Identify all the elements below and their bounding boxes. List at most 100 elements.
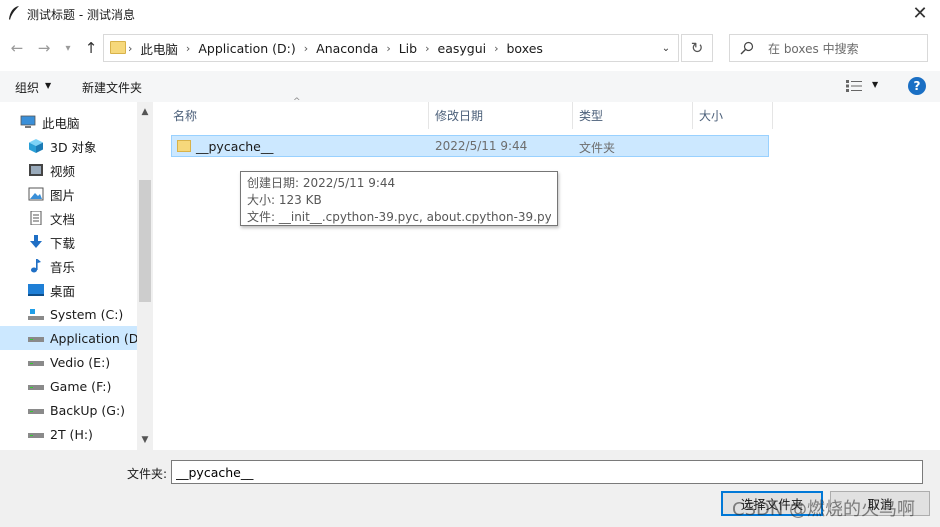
caret-down-icon[interactable]: ▼ xyxy=(872,80,878,89)
nav-item-2t-h[interactable]: 2T (H:) xyxy=(0,422,153,446)
arrow-up-icon: ↑ xyxy=(84,39,98,57)
command-bar: 组织 ▼ 新建文件夹 ▼ ? xyxy=(0,71,940,102)
column-header-size[interactable]: 大小 xyxy=(693,102,773,129)
nav-item-label: Game (F:) xyxy=(50,378,112,394)
column-label: 修改日期 xyxy=(435,109,484,123)
breadcrumb-separator[interactable]: › xyxy=(423,42,431,55)
nav-item-label: 音乐 xyxy=(50,259,76,275)
address-bar[interactable]: › 此电脑 › Application (D:) › Anaconda › Li… xyxy=(103,34,679,62)
window-title: 测试标题 - 测试消息 xyxy=(27,8,135,22)
scrollbar-thumb[interactable] xyxy=(139,180,151,302)
file-list: 名称 ^ 修改日期 类型 大小 __pycache__ 2022/5/11 9:… xyxy=(155,97,940,450)
breadcrumb-item[interactable]: 此电脑 xyxy=(134,39,184,58)
video-icon xyxy=(28,163,44,177)
drive-icon xyxy=(28,403,44,417)
feather-icon xyxy=(9,6,19,20)
drive-icon xyxy=(28,355,44,369)
nav-item-label: Vedio (E:) xyxy=(50,354,111,370)
breadcrumb-item[interactable]: Lib xyxy=(393,41,423,56)
back-button[interactable]: ← xyxy=(6,38,28,58)
column-header-type[interactable]: 类型 xyxy=(573,102,693,129)
nav-item-desktop[interactable]: 桌面 xyxy=(0,278,153,302)
breadcrumb-item[interactable]: Application (D:) xyxy=(192,41,301,56)
drive-icon xyxy=(28,427,44,441)
close-icon: ✕ xyxy=(912,3,928,24)
nav-item-label: 3D 对象 xyxy=(50,139,97,155)
scroll-up-icon[interactable]: ▲ xyxy=(137,104,153,120)
breadcrumb-separator[interactable]: › xyxy=(302,42,310,55)
folder-icon xyxy=(110,41,126,54)
nav-item-label: BackUp (G:) xyxy=(50,402,126,418)
scroll-down-icon[interactable]: ▼ xyxy=(137,432,153,448)
breadcrumb-item[interactable]: easygui xyxy=(432,41,493,56)
column-header-date[interactable]: 修改日期 xyxy=(429,102,573,129)
nav-item-pictures[interactable]: 图片 xyxy=(0,182,153,206)
breadcrumb-item[interactable]: boxes xyxy=(501,41,549,56)
help-icon[interactable]: ? xyxy=(908,77,926,95)
nav-item-system-c[interactable]: System (C:) xyxy=(0,302,153,326)
nav-item-3d-objects[interactable]: 3D 对象 xyxy=(0,134,153,158)
nav-item-documents[interactable]: 文档 xyxy=(0,206,153,230)
nav-item-label: System (C:) xyxy=(50,306,124,322)
drive-icon xyxy=(28,307,44,321)
new-folder-button[interactable]: 新建文件夹 xyxy=(82,79,142,96)
search-input[interactable] xyxy=(766,38,926,60)
chevron-down-icon: ⌄ xyxy=(661,42,671,54)
drive-icon xyxy=(28,331,44,345)
nav-item-label: 2T (H:) xyxy=(50,426,93,442)
nav-scrollbar[interactable]: ▲ ▼ xyxy=(137,102,153,450)
nav-item-this-pc[interactable]: 此电脑 xyxy=(0,110,153,134)
breadcrumb-separator[interactable]: › xyxy=(384,42,392,55)
address-dropdown-button[interactable]: ⌄ xyxy=(656,35,676,61)
navigation-pane: 此电脑 3D 对象 视频 图片 文档 下载 音乐 桌面 System (C:) … xyxy=(0,102,153,450)
title-bar: 测试标题 - 测试消息 ✕ xyxy=(0,0,940,27)
drive-icon xyxy=(28,379,44,393)
nav-item-label: 下载 xyxy=(50,235,76,251)
nav-item-label: 文档 xyxy=(50,211,76,227)
organize-button[interactable]: 组织 xyxy=(15,79,39,96)
nav-item-label: 桌面 xyxy=(50,283,76,299)
sort-ascending-icon: ^ xyxy=(293,97,301,107)
nav-item-videos[interactable]: 视频 xyxy=(0,158,153,182)
column-label: 大小 xyxy=(699,109,724,123)
column-label: 名称 xyxy=(173,109,198,123)
bottom-panel: 文件夹: 选择文件夹 取消 CSDN @燃烧的火鸟啊 xyxy=(0,450,940,527)
up-button[interactable]: ↑ xyxy=(81,38,101,58)
arrow-right-icon: → xyxy=(37,39,51,57)
table-row[interactable]: __pycache__ 2022/5/11 9:44 文件夹 xyxy=(171,135,769,157)
breadcrumb-separator[interactable]: › xyxy=(184,42,192,55)
nav-item-game-f[interactable]: Game (F:) xyxy=(0,374,153,398)
file-name: __pycache__ xyxy=(196,139,274,154)
tooltip-size: 大小: 123 KB xyxy=(247,193,322,207)
search-icon xyxy=(740,41,754,55)
breadcrumb-separator: › xyxy=(128,41,133,55)
watermark: CSDN @燃烧的火鸟啊 xyxy=(732,499,916,520)
folder-icon xyxy=(177,140,191,152)
close-button[interactable]: ✕ xyxy=(900,0,940,27)
nav-item-music[interactable]: 音乐 xyxy=(0,254,153,278)
breadcrumb: › 此电脑 › Application (D:) › Anaconda › Li… xyxy=(126,35,549,61)
tooltip: 创建日期: 2022/5/11 9:44 大小: 123 KB 文件: __in… xyxy=(240,171,558,226)
computer-icon xyxy=(20,115,36,129)
nav-item-vedio-e[interactable]: Vedio (E:) xyxy=(0,350,153,374)
breadcrumb-separator[interactable]: › xyxy=(492,42,500,55)
filename-input[interactable] xyxy=(171,460,923,484)
nav-item-label: 视频 xyxy=(50,163,76,179)
file-date: 2022/5/11 9:44 xyxy=(435,139,528,153)
refresh-button[interactable]: ↻ xyxy=(681,34,713,62)
document-icon xyxy=(28,211,44,225)
tooltip-created: 创建日期: 2022/5/11 9:44 xyxy=(247,176,396,190)
caret-down-icon[interactable]: ▼ xyxy=(45,81,51,90)
music-icon xyxy=(28,259,44,273)
nav-item-backup-g[interactable]: BackUp (G:) xyxy=(0,398,153,422)
recent-locations-button[interactable]: ▾ xyxy=(61,38,75,58)
view-options-icon[interactable] xyxy=(846,80,862,92)
breadcrumb-item[interactable]: Anaconda xyxy=(310,41,384,56)
picture-icon xyxy=(28,187,44,201)
search-box[interactable] xyxy=(729,34,928,62)
nav-item-downloads[interactable]: 下载 xyxy=(0,230,153,254)
nav-item-application-d[interactable]: Application (D: xyxy=(0,326,143,350)
forward-button[interactable]: → xyxy=(33,38,55,58)
nav-item-label: 此电脑 xyxy=(42,115,80,131)
arrow-left-icon: ← xyxy=(10,39,24,57)
